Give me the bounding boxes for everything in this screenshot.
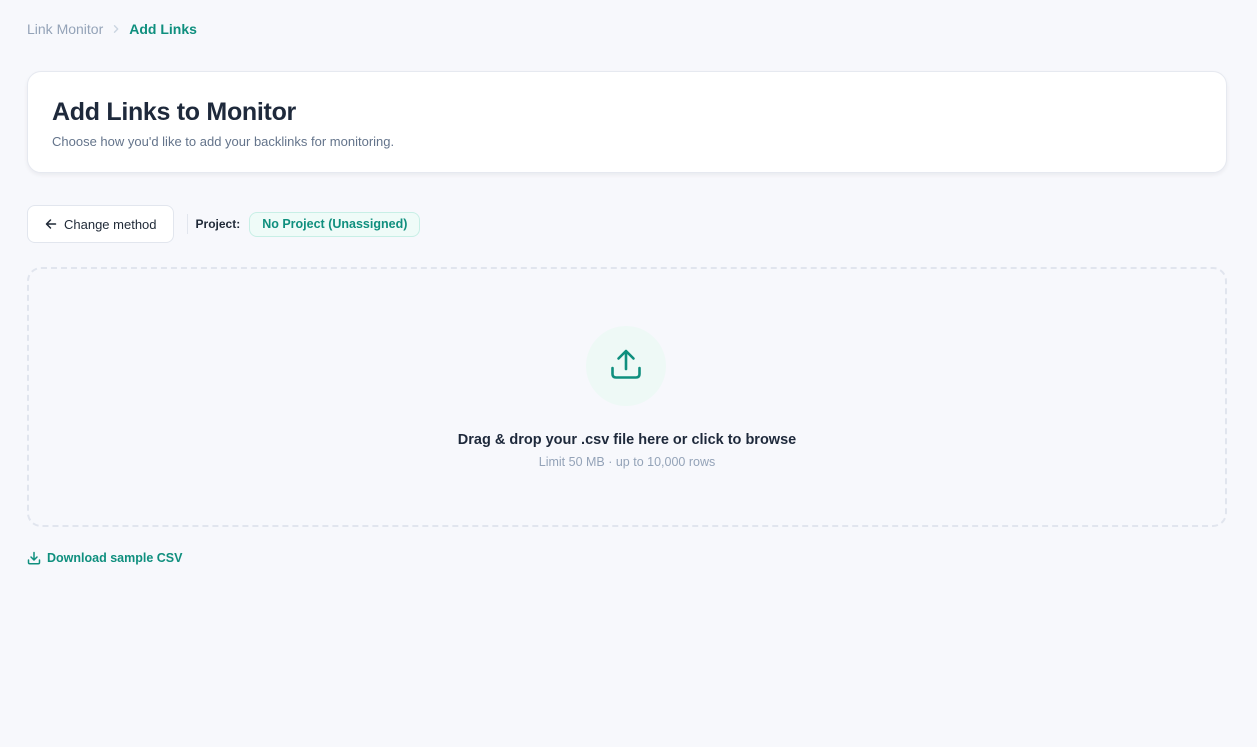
dropzone-title: Drag & drop your .csv file here or click… [457, 432, 797, 448]
download-sample-csv-link[interactable]: Download sample CSV [27, 551, 182, 565]
method-toolbar: Change method Project: No Project (Unass… [27, 205, 421, 243]
breadcrumb: Link Monitor Add Links [27, 20, 197, 38]
toolbar-divider [186, 214, 188, 234]
dropzone-hint: Limit 50 MB · up to 10,000 rows [538, 455, 716, 469]
csv-dropzone[interactable]: Drag & drop your .csv file here or click… [27, 267, 1227, 527]
chevron-right-icon [103, 20, 129, 38]
page-subtitle: Choose how you'd like to add your backli… [52, 134, 395, 149]
download-sample-label: Download sample CSV [47, 551, 183, 565]
breadcrumb-link-link-monitor[interactable]: Link Monitor [27, 21, 103, 37]
upload-icon [609, 347, 643, 386]
upload-icon-circle [586, 326, 666, 406]
change-method-button[interactable]: Change method [27, 205, 174, 243]
page-title: Add Links to Monitor [52, 98, 296, 126]
header-card: Add Links to Monitor Choose how you'd li… [27, 71, 1227, 173]
project-label: Project: [195, 217, 241, 231]
arrow-left-icon [44, 217, 58, 231]
project-badge[interactable]: No Project (Unassigned) [249, 211, 421, 237]
breadcrumb-current: Add Links [129, 21, 197, 37]
page: Link Monitor Add Links Add Links to Moni… [0, 0, 1257, 747]
download-icon [27, 551, 41, 565]
change-method-label: Change method [64, 216, 157, 232]
